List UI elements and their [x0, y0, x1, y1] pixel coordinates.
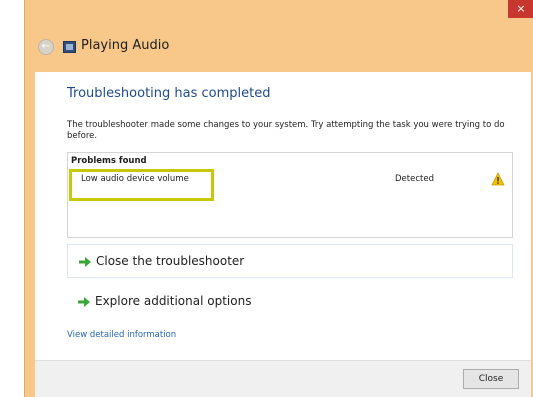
close-troubleshooter-link[interactable]: Close the troubleshooter: [67, 244, 513, 278]
green-arrow-icon: [78, 297, 90, 307]
view-details-link[interactable]: View detailed information: [67, 330, 176, 340]
window-header: ← Playing Audio: [31, 20, 531, 72]
window-title: Playing Audio: [81, 38, 170, 53]
warning-icon: [491, 172, 505, 186]
problem-status: Detected: [395, 174, 434, 184]
page-description: The troubleshooter made some changes to …: [67, 120, 505, 141]
highlight-box: [69, 169, 214, 201]
close-button[interactable]: Close: [463, 369, 519, 389]
problems-list: Problems found Low audio device volume D…: [67, 152, 513, 238]
explore-options-link[interactable]: Explore additional options: [67, 285, 513, 319]
back-arrow-icon[interactable]: ←: [38, 39, 54, 55]
close-troubleshooter-label: Close the troubleshooter: [96, 254, 245, 268]
content-panel: Troubleshooting has completed The troubl…: [35, 72, 531, 360]
troubleshooter-icon: [63, 41, 76, 53]
green-arrow-icon: [79, 257, 91, 267]
dialog-footer: Close: [35, 360, 531, 397]
window-close-button[interactable]: ×: [508, 0, 533, 18]
problems-header: Problems found: [71, 156, 147, 166]
explore-options-label: Explore additional options: [95, 294, 252, 308]
page-heading: Troubleshooting has completed: [67, 86, 271, 101]
troubleshooter-window: × ← Playing Audio Troubleshooting has co…: [24, 0, 533, 397]
